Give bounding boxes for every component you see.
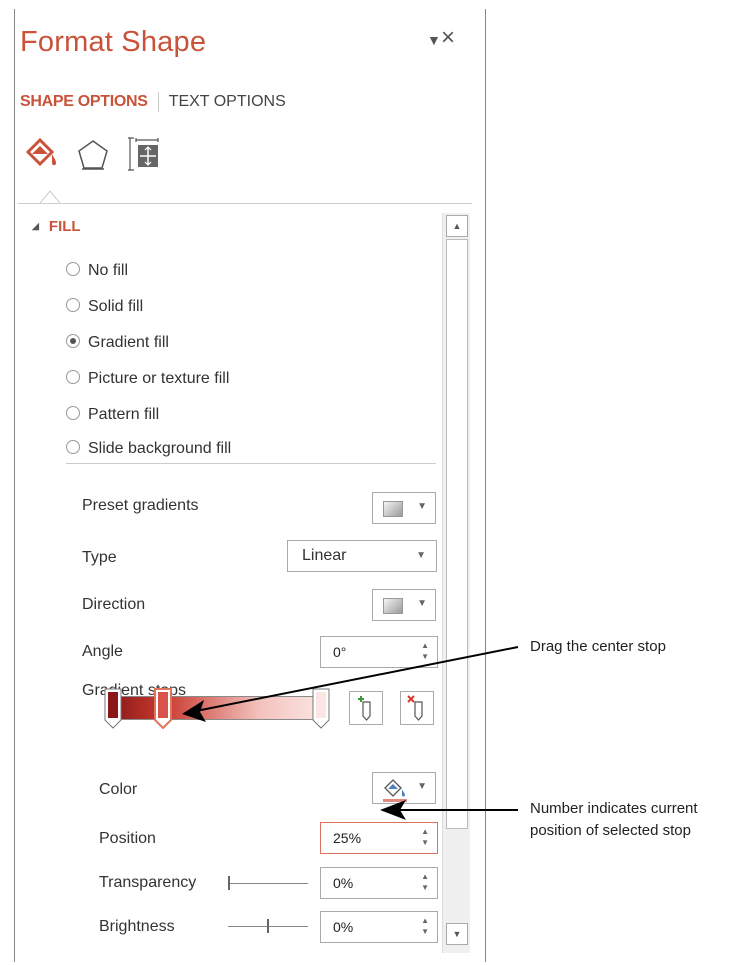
scroll-up-icon[interactable]: ▲ bbox=[446, 215, 468, 237]
gradient-stop-selected[interactable] bbox=[154, 688, 172, 730]
pentagon-icon[interactable] bbox=[76, 138, 110, 172]
color-label: Color bbox=[99, 781, 138, 798]
radio-no-fill[interactable]: No fill bbox=[66, 260, 128, 282]
gradient-stop-0[interactable] bbox=[104, 688, 122, 730]
scroll-down-icon[interactable]: ▼ bbox=[446, 923, 468, 945]
radio-gradient-fill[interactable]: Gradient fill bbox=[66, 332, 169, 354]
tab-text-options[interactable]: TEXT OPTIONS bbox=[169, 93, 286, 110]
slider-thumb[interactable] bbox=[267, 919, 269, 933]
gradient-stops-bar[interactable] bbox=[104, 688, 332, 732]
paint-bucket-icon bbox=[383, 779, 407, 802]
position-spinner[interactable]: 25% ▲ ▼ bbox=[320, 822, 438, 854]
gradient-swatch-icon bbox=[383, 501, 403, 517]
type-value: Linear bbox=[302, 547, 347, 564]
radio-pattern-fill[interactable]: Pattern fill bbox=[66, 404, 159, 426]
add-stop-icon bbox=[358, 696, 371, 721]
radio-picture-fill[interactable]: Picture or texture fill bbox=[66, 368, 229, 390]
size-properties-icon[interactable] bbox=[126, 136, 162, 172]
fill-section-label: FILL bbox=[48, 218, 81, 235]
radio-button[interactable] bbox=[66, 297, 80, 312]
transparency-value: 0% bbox=[333, 875, 354, 891]
callout-drag-stop: Drag the center stop bbox=[530, 638, 666, 655]
add-gradient-stop-button[interactable] bbox=[349, 691, 383, 725]
slider-thumb[interactable] bbox=[228, 876, 230, 890]
slider-track bbox=[228, 883, 308, 884]
type-dropdown[interactable]: Linear ▼ bbox=[287, 540, 437, 572]
remove-stop-icon bbox=[407, 695, 423, 721]
radio-label: Pattern fill bbox=[88, 406, 160, 423]
radio-label: No fill bbox=[88, 262, 129, 279]
spinner-arrows-icon[interactable]: ▲ ▼ bbox=[421, 826, 429, 848]
spinner-arrows-icon[interactable]: ▲ ▼ bbox=[421, 915, 429, 937]
angle-value: 0° bbox=[333, 644, 347, 660]
preset-gradients-label: Preset gradients bbox=[82, 497, 199, 514]
transparency-slider[interactable] bbox=[228, 876, 308, 890]
pane-scrollbar[interactable]: ▲ ▼ bbox=[442, 213, 470, 953]
options-tabs: SHAPE OPTIONS TEXT OPTIONS bbox=[20, 92, 286, 112]
callout-position-line2: position of selected stop bbox=[530, 822, 691, 839]
radio-button[interactable] bbox=[66, 439, 80, 454]
scroll-thumb[interactable] bbox=[446, 239, 468, 829]
radio-label: Slide background fill bbox=[88, 440, 232, 457]
icon-bar-divider bbox=[18, 203, 472, 204]
brightness-label: Brightness bbox=[99, 918, 175, 935]
brightness-value: 0% bbox=[333, 919, 354, 935]
close-icon[interactable]: × bbox=[441, 26, 455, 50]
preset-gradients-dropdown[interactable]: ▼ bbox=[372, 492, 436, 524]
chevron-down-icon: ▼ bbox=[417, 781, 427, 792]
gradient-preview bbox=[110, 696, 324, 720]
radio-button[interactable] bbox=[66, 261, 80, 276]
radio-button[interactable] bbox=[66, 369, 80, 384]
chevron-down-icon: ▼ bbox=[417, 598, 427, 609]
brightness-slider[interactable] bbox=[228, 919, 308, 933]
tab-shape-options[interactable]: SHAPE OPTIONS bbox=[20, 93, 148, 110]
tab-divider bbox=[157, 92, 159, 112]
radio-button[interactable] bbox=[66, 405, 80, 420]
collapse-triangle-icon: ◢ bbox=[32, 221, 39, 231]
spinner-arrows-icon[interactable]: ▲ ▼ bbox=[421, 871, 429, 893]
callout-position-line1: Number indicates current bbox=[530, 800, 698, 817]
chevron-down-icon: ▼ bbox=[416, 550, 426, 561]
pane-title: Format Shape bbox=[20, 26, 207, 58]
pane-options-icon[interactable]: ▼ bbox=[427, 32, 441, 48]
fill-bucket-icon[interactable] bbox=[22, 136, 62, 172]
radio-solid-fill[interactable]: Solid fill bbox=[66, 296, 143, 318]
angle-label: Angle bbox=[82, 643, 123, 660]
fill-section-header[interactable]: ◢ FILL bbox=[32, 218, 81, 235]
radio-label: Picture or texture fill bbox=[88, 370, 230, 387]
angle-spinner[interactable]: 0° ▲ ▼ bbox=[320, 636, 438, 668]
radio-label: Gradient fill bbox=[88, 334, 169, 351]
radio-slide-background-fill[interactable]: Slide background fill bbox=[66, 438, 231, 460]
radio-label: Solid fill bbox=[88, 298, 144, 315]
position-value: 25% bbox=[333, 830, 362, 846]
direction-label: Direction bbox=[82, 596, 146, 613]
direction-dropdown[interactable]: ▼ bbox=[372, 589, 436, 621]
radio-button-checked[interactable] bbox=[66, 333, 80, 348]
color-picker-button[interactable]: ▼ bbox=[372, 772, 436, 804]
spinner-arrows-icon[interactable]: ▲ ▼ bbox=[421, 640, 429, 662]
transparency-spinner[interactable]: 0% ▲ ▼ bbox=[320, 867, 438, 899]
position-label: Position bbox=[99, 830, 156, 847]
type-label: Type bbox=[82, 549, 117, 566]
gradient-stop-end[interactable] bbox=[312, 688, 330, 730]
brightness-spinner[interactable]: 0% ▲ ▼ bbox=[320, 911, 438, 943]
direction-swatch-icon bbox=[383, 598, 403, 614]
chevron-down-icon: ▼ bbox=[417, 501, 427, 512]
options-divider bbox=[66, 463, 436, 464]
remove-gradient-stop-button[interactable] bbox=[400, 691, 434, 725]
transparency-label: Transparency bbox=[99, 874, 197, 891]
selected-category-notch bbox=[40, 190, 60, 204]
